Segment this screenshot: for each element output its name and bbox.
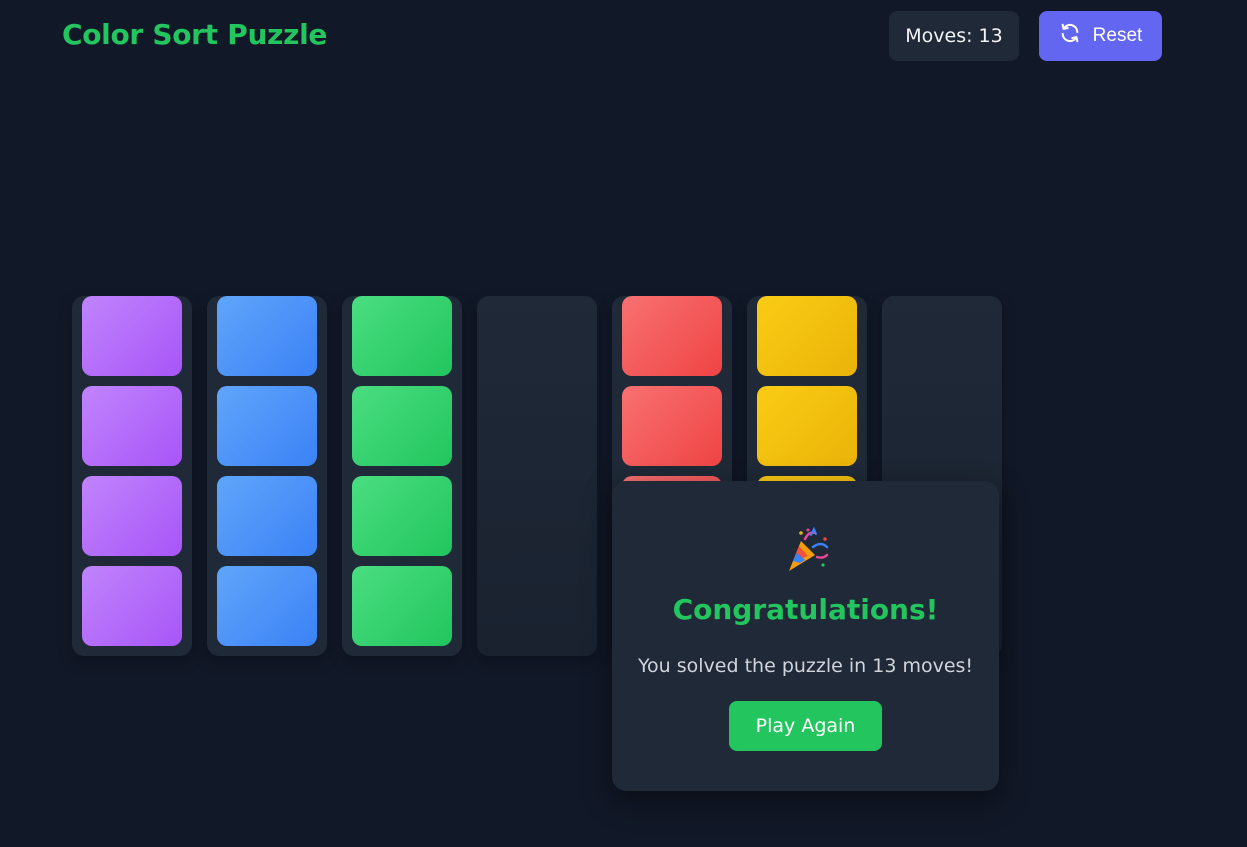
blue-block[interactable]	[217, 296, 317, 376]
play-again-button[interactable]: Play Again	[729, 701, 882, 751]
green-block[interactable]	[352, 386, 452, 466]
blue-block[interactable]	[217, 476, 317, 556]
blue-block[interactable]	[217, 386, 317, 466]
tube-4[interactable]	[477, 296, 597, 656]
tube-2[interactable]	[207, 296, 327, 656]
blue-block[interactable]	[217, 566, 317, 646]
yellow-block[interactable]	[757, 296, 857, 376]
reset-label: Reset	[1092, 25, 1143, 46]
refresh-icon	[1059, 22, 1081, 50]
yellow-block[interactable]	[757, 386, 857, 466]
purple-block[interactable]	[82, 296, 182, 376]
page-title: Color Sort Puzzle	[62, 18, 328, 51]
purple-block[interactable]	[82, 386, 182, 466]
dialog-heading: Congratulations!	[672, 593, 939, 626]
moves-counter: Moves: 13	[889, 11, 1019, 61]
green-block[interactable]	[352, 566, 452, 646]
purple-block[interactable]	[82, 476, 182, 556]
green-block[interactable]	[352, 296, 452, 376]
dialog-message: You solved the puzzle in 13 moves!	[637, 655, 974, 677]
tube-3[interactable]	[342, 296, 462, 656]
win-dialog: Congratulations! You solved the puzzle i…	[612, 481, 999, 791]
party-popper-icon	[612, 525, 999, 575]
reset-button[interactable]: Reset	[1039, 11, 1162, 61]
tube-1[interactable]	[72, 296, 192, 656]
red-block[interactable]	[622, 386, 722, 466]
purple-block[interactable]	[82, 566, 182, 646]
green-block[interactable]	[352, 476, 452, 556]
red-block[interactable]	[622, 296, 722, 376]
